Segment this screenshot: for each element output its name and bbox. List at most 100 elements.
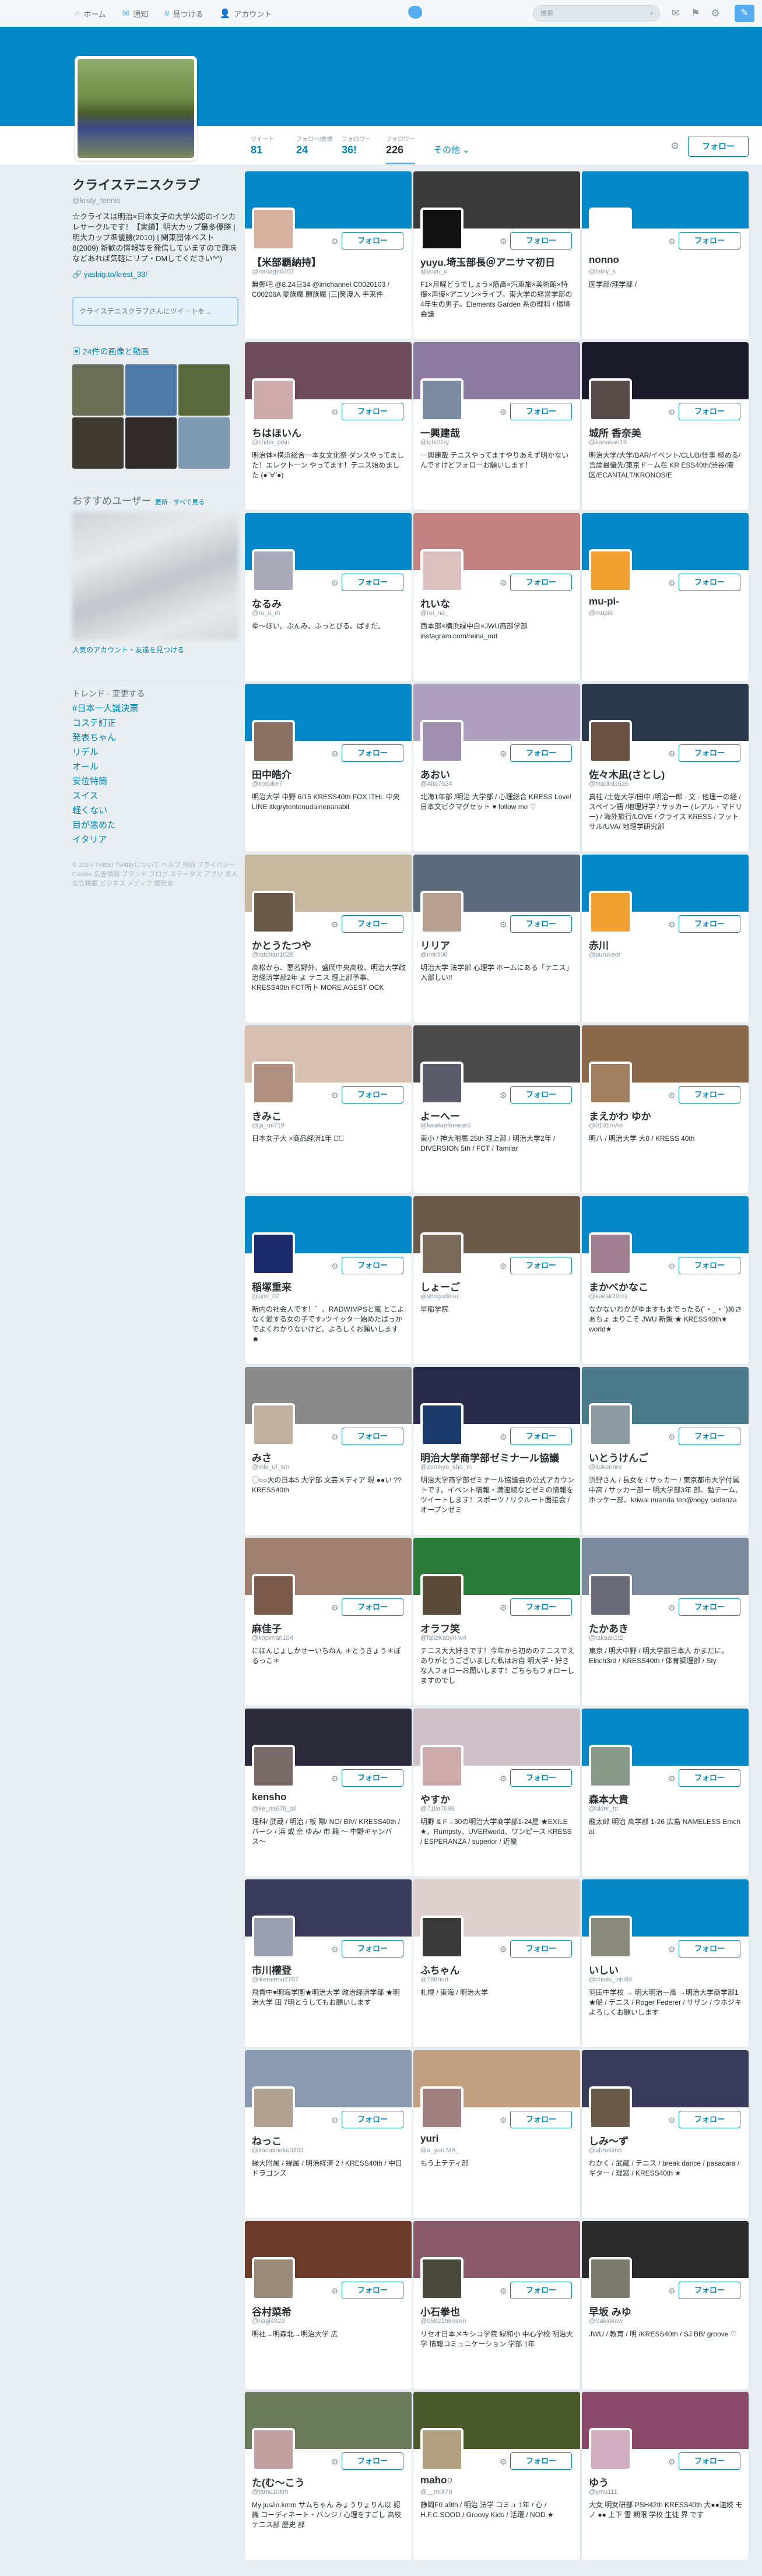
- user-card[interactable]: ⚙ フォロー 田中皓介 @kosuke7 明治大学 中野 6/15 KRESS40th …: [244, 683, 412, 852]
- user-name[interactable]: ちはほいん: [252, 425, 406, 440]
- user-avatar[interactable]: [589, 2428, 632, 2471]
- user-avatar[interactable]: [420, 1574, 463, 1617]
- user-avatar[interactable]: [420, 208, 463, 251]
- user-gear-icon[interactable]: ⚙: [500, 1945, 507, 1955]
- follow-button[interactable]: フォロー: [510, 744, 572, 762]
- user-name[interactable]: まえかわ ゆか: [589, 1108, 743, 1123]
- trend-item[interactable]: 発表ちゃん: [72, 731, 238, 743]
- follow-button[interactable]: フォロー: [679, 2452, 740, 2470]
- user-card[interactable]: ⚙ フォロー 麻佳子 @kopimari104 にほんじょしかせーいちねん ＊とうきょう…: [244, 1537, 412, 1706]
- user-card[interactable]: ⚙ フォロー kensho @ke_na678_all 理科/ 武蔵 / 明治 / 板 …: [244, 1708, 412, 1877]
- user-name[interactable]: しみ〜ず: [589, 2133, 743, 2148]
- user-gear-icon[interactable]: ⚙: [500, 407, 507, 417]
- user-gear-icon[interactable]: ⚙: [331, 407, 339, 417]
- user-card[interactable]: ⚙ フォロー 佐々木凪(さとし) @madlnl1626 真柱 /土佐大学/田中 /明治…: [581, 683, 749, 852]
- user-name[interactable]: しょーご: [420, 1279, 574, 1294]
- user-name[interactable]: 森本大貴: [589, 1791, 743, 1806]
- user-avatar[interactable]: [252, 2257, 295, 2300]
- user-gear-icon[interactable]: ⚙: [668, 1261, 676, 1271]
- user-gear-icon[interactable]: ⚙: [331, 1603, 339, 1613]
- user-name[interactable]: 麻佳子: [252, 1621, 406, 1635]
- user-avatar[interactable]: [420, 2257, 463, 2300]
- follow-button[interactable]: フォロー: [679, 1086, 740, 1104]
- user-avatar[interactable]: [589, 2086, 632, 2129]
- user-gear-icon[interactable]: ⚙: [500, 1261, 507, 1271]
- follow-button[interactable]: フォロー: [510, 915, 572, 933]
- user-avatar[interactable]: [589, 1232, 632, 1275]
- user-avatar[interactable]: [589, 1916, 632, 1959]
- user-card[interactable]: ⚙ フォロー よーへー @kawtaefemeer0 東小 / 神大附属 25th 理上…: [413, 1025, 581, 1194]
- user-card[interactable]: ⚙ フォロー maho○ @__m0r78 静岡F0 a9th / 明治 法学 コミュ …: [413, 2391, 581, 2560]
- user-gear-icon[interactable]: ⚙: [500, 2115, 507, 2125]
- user-card[interactable]: ⚙ フォロー yuri @a_yuri.MA_ もう上テディ部: [413, 2050, 581, 2219]
- user-name[interactable]: ゆう: [589, 2475, 743, 2489]
- user-gear-icon[interactable]: ⚙: [668, 1603, 676, 1613]
- trend-item[interactable]: #日本一人議決票: [72, 702, 238, 714]
- follow-button[interactable]: フォロー: [342, 2111, 403, 2128]
- user-card[interactable]: ⚙ フォロー 早坂 みゆ @Sakiokaw JWU / 教育 / 明 /KRESS40…: [581, 2220, 749, 2389]
- user-name[interactable]: 稲塚重来: [252, 1279, 406, 1294]
- follow-button[interactable]: フォロー: [679, 1940, 740, 1958]
- user-name[interactable]: たかあき: [589, 1621, 743, 1635]
- user-gear-icon[interactable]: ⚙: [500, 920, 507, 930]
- trend-item[interactable]: イタリア: [72, 833, 238, 845]
- follow-button[interactable]: フォロー: [679, 744, 740, 762]
- profile-gear-icon[interactable]: ⚙: [670, 138, 684, 155]
- trend-item[interactable]: リデル: [72, 746, 238, 758]
- user-avatar[interactable]: [252, 378, 295, 421]
- trend-item[interactable]: オール: [72, 760, 238, 772]
- user-name[interactable]: ふちゃん: [420, 1962, 574, 1977]
- trend-item[interactable]: 目が悪めた: [72, 818, 238, 831]
- who-to-follow-links[interactable]: 更新 · すべて見る: [155, 499, 205, 506]
- stat-tweets[interactable]: ツイート 81: [251, 134, 274, 156]
- follow-button[interactable]: フォロー: [510, 232, 572, 249]
- user-avatar[interactable]: [420, 549, 463, 592]
- user-name[interactable]: いしい: [589, 1962, 743, 1977]
- user-card[interactable]: ⚙ フォロー ゆう @ymu111 大女 明女研部 PSH42th KRESS40th …: [581, 2391, 749, 2560]
- user-gear-icon[interactable]: ⚙: [500, 237, 507, 247]
- user-card[interactable]: ⚙ フォロー 城所 香奈美 @kanakan19 明治大学/大学/BAR/イベント/CL…: [581, 342, 749, 511]
- user-avatar[interactable]: [252, 1916, 295, 1959]
- user-card[interactable]: ⚙ フォロー た(む〜こう @tamu10km My jus/in.kmm サムちゃん …: [244, 2391, 412, 2560]
- compose-tweet-button[interactable]: ✎: [735, 5, 754, 22]
- follow-button[interactable]: フォロー: [510, 2452, 572, 2470]
- user-avatar[interactable]: [589, 1062, 632, 1105]
- nav-item[interactable]: # 見つける: [164, 0, 203, 27]
- user-avatar[interactable]: [252, 1745, 295, 1788]
- user-card[interactable]: ⚙ フォロー 市川權登 @ikeruienu2707 飛青中♥明海学園★明治大学 政治経…: [244, 1879, 412, 2048]
- media-thumb[interactable]: [72, 417, 124, 469]
- nav-item[interactable]: ✉ 通知: [122, 0, 149, 27]
- trend-item[interactable]: コステ訂正: [72, 716, 238, 729]
- follow-button[interactable]: フォロー: [342, 2282, 403, 2299]
- user-name[interactable]: 赤川: [589, 937, 743, 952]
- settings-gear-icon[interactable]: ⚙: [708, 6, 723, 21]
- user-gear-icon[interactable]: ⚙: [500, 749, 507, 759]
- user-name[interactable]: yuyu.埼玉部長＠アニサマ初日: [420, 254, 574, 269]
- media-thumb[interactable]: [178, 364, 230, 416]
- follow-button[interactable]: フォロー: [679, 1428, 740, 1445]
- user-name[interactable]: 明治大学商学部ゼミナール協議: [420, 1450, 574, 1464]
- user-avatar[interactable]: [420, 2086, 463, 2129]
- user-card[interactable]: ⚙ フォロー まかべかなこ @kakak20ms なかないわかがゆますもまでったる(´・…: [581, 1196, 749, 1365]
- user-card[interactable]: ⚙ フォロー 小石拳也 @05821hkmren リセオ日本メキシコ学院 緑和小 中心学…: [413, 2220, 581, 2389]
- follow-button[interactable]: フォロー: [510, 2282, 572, 2299]
- user-gear-icon[interactable]: ⚙: [331, 237, 339, 247]
- user-card[interactable]: ⚙ フォロー 赤川 @purukeor: [581, 854, 749, 1023]
- user-card[interactable]: ⚙ フォロー nonno @fairly_s 医学部/理学部 /: [581, 171, 749, 340]
- user-name[interactable]: みさ: [252, 1450, 406, 1464]
- follow-button[interactable]: フォロー: [679, 232, 740, 249]
- user-gear-icon[interactable]: ⚙: [500, 2457, 507, 2467]
- user-avatar[interactable]: [589, 1745, 632, 1788]
- user-name[interactable]: mu-pi-: [589, 596, 743, 607]
- media-thumb[interactable]: [178, 417, 230, 469]
- user-name[interactable]: yuri: [420, 2133, 574, 2145]
- follow-button[interactable]: フォロー: [510, 1940, 572, 1958]
- user-name[interactable]: 谷村菜希: [252, 2304, 406, 2318]
- follow-button[interactable]: フォロー: [679, 1769, 740, 1787]
- user-name[interactable]: 【米部覇納持】: [252, 254, 406, 269]
- follow-button[interactable]: フォロー: [342, 574, 403, 591]
- user-avatar[interactable]: [589, 720, 632, 763]
- user-card[interactable]: ⚙ フォロー たかあき @takaak1t2 東京 / 明大中野 / 明大学部日本人 か…: [581, 1537, 749, 1706]
- user-card[interactable]: ⚙ フォロー れいな @rei_na_ 西本部×横浜緑中白×JWU商部学部 instag…: [413, 512, 581, 681]
- user-name[interactable]: あおい: [420, 767, 574, 781]
